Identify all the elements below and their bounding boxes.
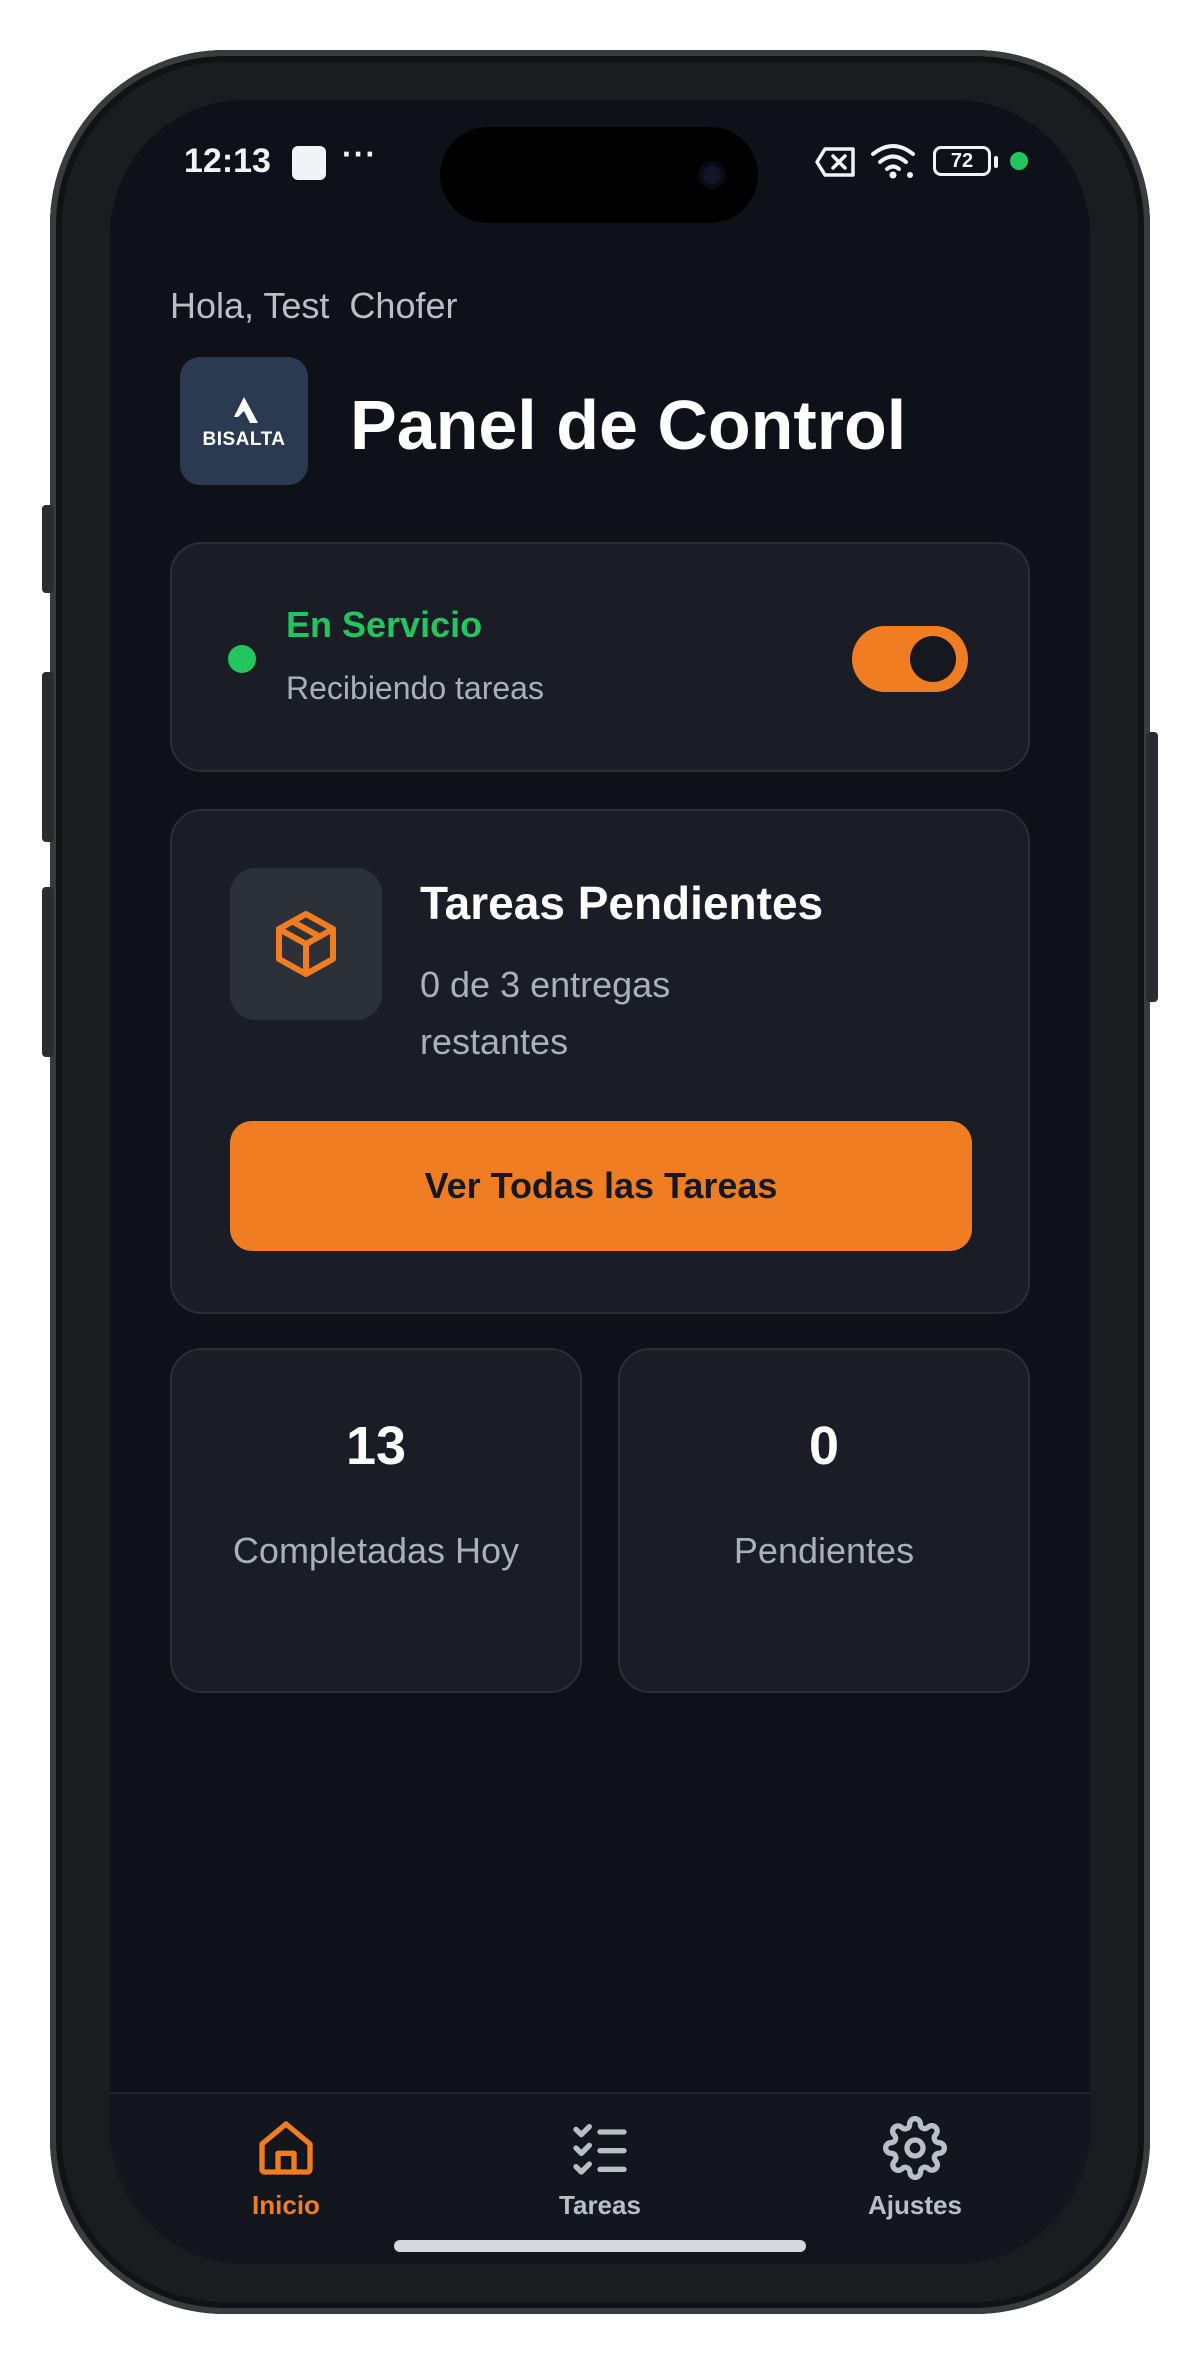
service-status-title: En Servicio bbox=[286, 604, 483, 645]
home-indicator[interactable] bbox=[394, 2240, 806, 2252]
phone-side-button bbox=[42, 505, 54, 593]
pending-tasks-card: Tareas Pendientes 0 de 3 entregas restan… bbox=[170, 809, 1030, 1314]
home-icon bbox=[259, 2121, 313, 2175]
bottom-tab-bar: Inicio Tareas Ajustes bbox=[110, 2092, 1090, 2264]
battery-icon: 72 bbox=[933, 146, 991, 176]
dynamic-island bbox=[440, 127, 758, 223]
status-dots: ··· bbox=[342, 136, 377, 172]
stat-label: Pendientes bbox=[733, 1530, 915, 1571]
logo-text: BISALTA bbox=[202, 429, 286, 450]
tab-label: Inicio bbox=[252, 2190, 320, 2220]
battery-tip bbox=[994, 156, 998, 168]
service-status-subtitle: Recibiendo tareas bbox=[286, 670, 544, 706]
view-all-tasks-button[interactable]: Ver Todas las Tareas bbox=[230, 1121, 972, 1251]
package-icon-box bbox=[230, 868, 382, 1020]
gear-icon bbox=[883, 2116, 947, 2180]
checklist-icon bbox=[573, 2124, 627, 2175]
camera-icon bbox=[698, 161, 726, 189]
service-status-dot bbox=[228, 645, 256, 673]
sim-x-icon bbox=[815, 147, 855, 177]
toggle-knob bbox=[910, 636, 956, 682]
pending-tasks-title: Tareas Pendientes bbox=[420, 877, 824, 929]
battery-level: 72 bbox=[950, 150, 974, 172]
service-toggle[interactable] bbox=[852, 626, 968, 692]
phone-side-button bbox=[42, 672, 54, 842]
stat-label: Completadas Hoy bbox=[232, 1530, 520, 1571]
notification-square-icon bbox=[292, 146, 326, 180]
status-time: 12:13 bbox=[184, 142, 271, 180]
phone-side-button bbox=[1146, 732, 1158, 1002]
app-screen: 12:13 ··· 72 Hola, Test Chofer BISALTA P… bbox=[110, 100, 1090, 2264]
greeting-text: Hola, Test Chofer bbox=[170, 285, 458, 326]
tab-tareas[interactable]: Tareas bbox=[500, 2116, 700, 2226]
stat-card-pending: 0 Pendientes bbox=[618, 1348, 1030, 1693]
stat-card-completed-today: 13 Completadas Hoy bbox=[170, 1348, 582, 1693]
pending-tasks-subtitle: 0 de 3 entregas restantes bbox=[420, 964, 671, 1062]
stat-value: 13 bbox=[345, 1416, 407, 1476]
bisalta-logo: BISALTA bbox=[180, 357, 308, 485]
stat-value: 0 bbox=[808, 1416, 840, 1476]
wifi-icon bbox=[871, 144, 915, 179]
phone-side-button bbox=[42, 887, 54, 1057]
logo-mark-icon bbox=[234, 397, 258, 423]
package-icon bbox=[276, 911, 336, 977]
active-indicator-dot bbox=[1010, 152, 1028, 170]
tab-label: Ajustes bbox=[868, 2190, 962, 2220]
tab-label: Tareas bbox=[559, 2190, 641, 2220]
page-title: Panel de Control bbox=[350, 386, 907, 464]
tab-ajustes[interactable]: Ajustes bbox=[815, 2116, 1015, 2226]
service-status-card: En Servicio Recibiendo tareas bbox=[170, 542, 1030, 772]
tab-inicio[interactable]: Inicio bbox=[186, 2116, 386, 2226]
